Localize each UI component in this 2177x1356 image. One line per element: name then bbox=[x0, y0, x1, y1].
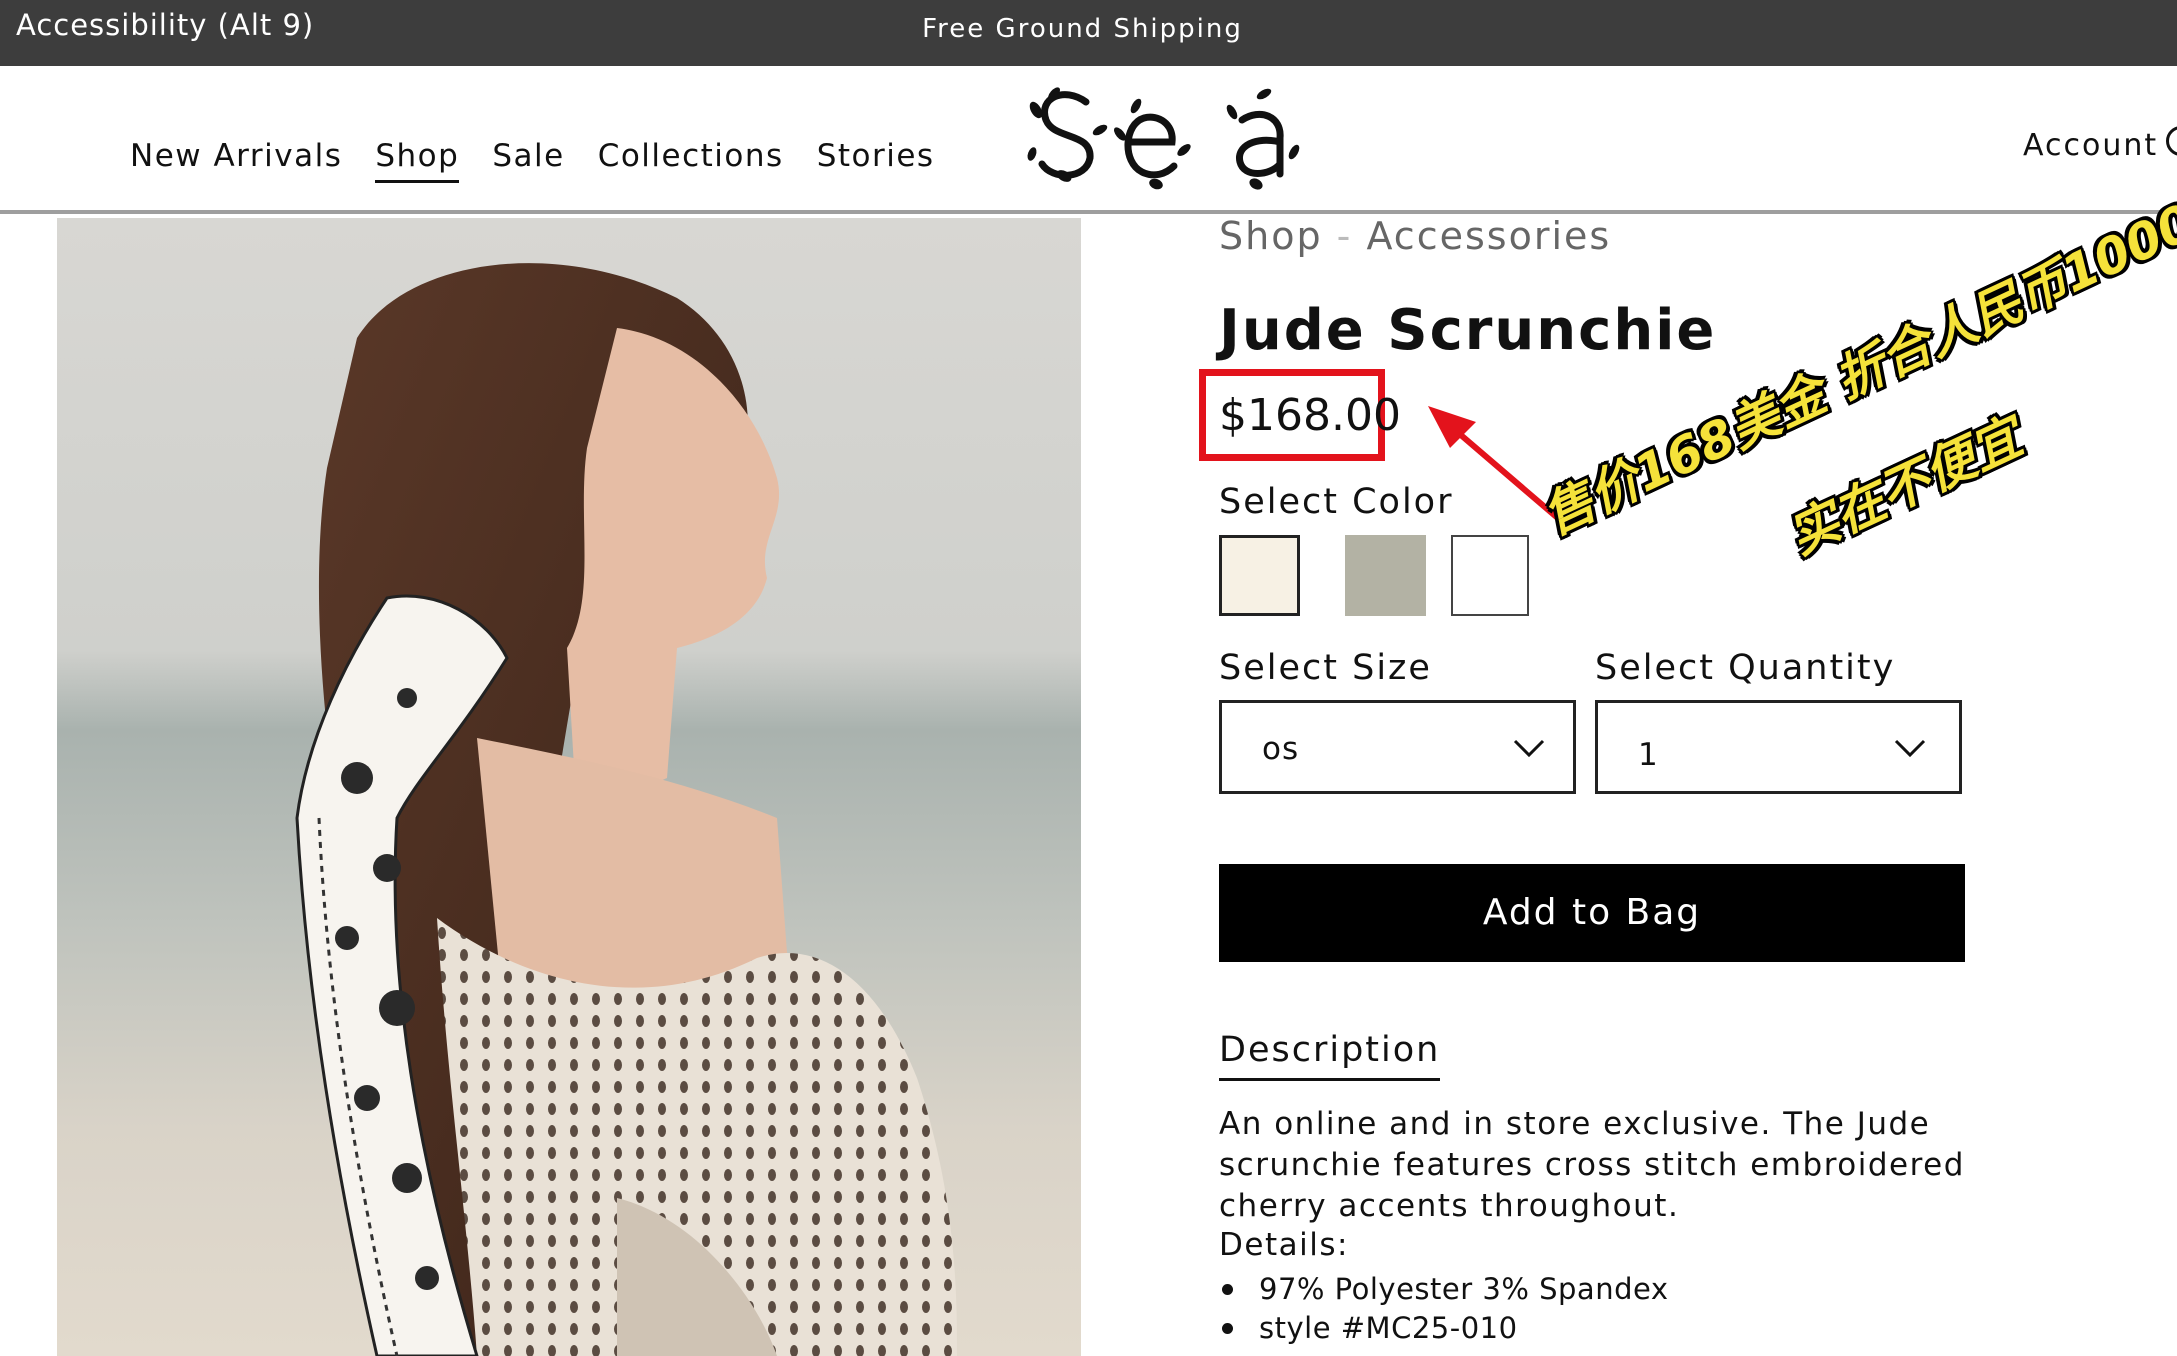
list-item: style #MC25-010 bbox=[1219, 1309, 1669, 1348]
nav-item-sale[interactable]: Sale bbox=[492, 138, 564, 183]
color-swatch-sage[interactable] bbox=[1345, 535, 1426, 616]
select-color-label: Select Color bbox=[1219, 482, 1454, 522]
details-label: Details: bbox=[1219, 1227, 1349, 1263]
quantity-select[interactable]: 1 bbox=[1595, 700, 1962, 794]
description-heading[interactable]: Description bbox=[1219, 1030, 1441, 1081]
breadcrumb-accessories[interactable]: Accessories bbox=[1366, 214, 1611, 258]
color-swatch-white[interactable] bbox=[1451, 535, 1529, 616]
details-list: 97% Polyester 3% Spandex style #MC25-010 bbox=[1219, 1270, 1669, 1348]
list-item: 97% Polyester 3% Spandex bbox=[1219, 1270, 1669, 1309]
breadcrumb-separator: - bbox=[1336, 214, 1353, 258]
select-size-label: Select Size bbox=[1219, 648, 1432, 688]
breadcrumb: Shop - Accessories bbox=[1219, 214, 1611, 258]
main-nav: New Arrivals Shop Sale Collections Stori… bbox=[130, 138, 968, 183]
chevron-down-icon bbox=[1513, 739, 1545, 758]
product-title: Jude Scrunchie bbox=[1219, 298, 1717, 363]
select-quantity-label: Select Quantity bbox=[1595, 648, 1896, 688]
nav-item-stories[interactable]: Stories bbox=[817, 138, 935, 183]
description-text: An online and in store exclusive. The Ju… bbox=[1219, 1106, 1965, 1224]
size-select-value: os bbox=[1262, 731, 1300, 767]
chevron-down-icon bbox=[1894, 739, 1926, 758]
site-header: New Arrivals Shop Sale Collections Stori… bbox=[0, 66, 2177, 214]
nav-item-shop[interactable]: Shop bbox=[375, 138, 460, 183]
account-link[interactable]: Account bbox=[2023, 128, 2158, 163]
quantity-select-value: 1 bbox=[1638, 737, 1659, 773]
color-swatch-cream[interactable] bbox=[1219, 535, 1300, 616]
product-image bbox=[57, 218, 1081, 1356]
shipping-announcement: Free Ground Shipping bbox=[922, 14, 1243, 44]
search-icon[interactable] bbox=[2166, 126, 2177, 156]
breadcrumb-shop[interactable]: Shop bbox=[1219, 214, 1323, 258]
product-price: $168.00 bbox=[1219, 390, 1401, 441]
nav-item-new-arrivals[interactable]: New Arrivals bbox=[130, 138, 342, 183]
add-to-bag-button[interactable]: Add to Bag bbox=[1219, 864, 1965, 962]
brand-logo[interactable] bbox=[1024, 80, 1304, 190]
announcement-bar: Accessibility (Alt 9) Free Ground Shippi… bbox=[0, 0, 2177, 66]
size-select[interactable]: os bbox=[1219, 700, 1576, 794]
nav-item-collections[interactable]: Collections bbox=[598, 138, 784, 183]
